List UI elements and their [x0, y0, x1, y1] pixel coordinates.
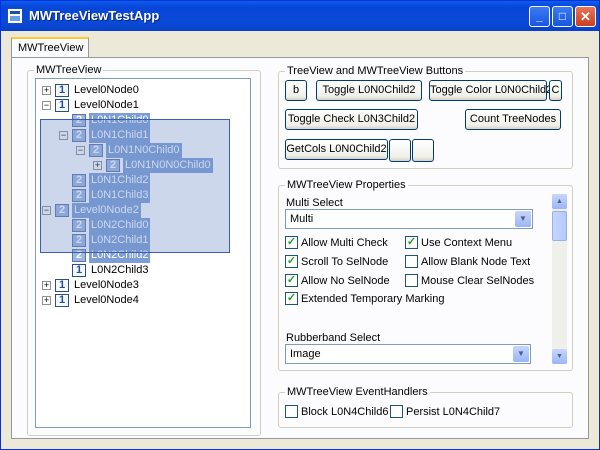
checkbox-box[interactable]: ✓ — [285, 236, 298, 249]
scroll-up-icon[interactable]: ▲ — [552, 194, 567, 209]
properties-group-label: MWTreeView Properties — [285, 179, 408, 191]
multi-select-value: Multi — [290, 213, 314, 225]
checkbox-label: Allow No SelNode — [301, 275, 390, 287]
checkbox-label: Block L0N4Child6 — [301, 406, 389, 418]
blank-button-1[interactable] — [389, 139, 411, 162]
checkbox-box[interactable] — [390, 405, 403, 418]
maximize-button[interactable]: □ — [552, 6, 573, 27]
expand-icon[interactable]: + — [42, 296, 51, 305]
title-bar[interactable]: MWTreeViewTestApp _ □ ✕ — [1, 1, 599, 31]
checkbox-label: Allow Multi Check — [301, 237, 388, 249]
eventhandlers-group-label: MWTreeView EventHandlers — [285, 386, 430, 398]
collapse-icon[interactable]: − — [42, 101, 51, 110]
toggle-l0n0child2-button[interactable]: Toggle L0N0Child2 — [316, 80, 422, 101]
rubberband-selection — [40, 119, 230, 253]
b-button[interactable]: b — [285, 80, 307, 101]
checkbox-label: Scroll To SelNode — [301, 256, 389, 268]
checkbox-box[interactable] — [405, 255, 418, 268]
checkbox-box[interactable]: ✓ — [285, 292, 298, 305]
checkbox-label: Mouse Clear SelNodes — [421, 275, 535, 287]
multi-select-label: Multi Select — [286, 197, 343, 209]
minimize-button[interactable]: _ — [529, 6, 550, 27]
rubberband-select-label: Rubberband Select — [286, 332, 381, 344]
checkbox-label: Allow Blank Node Text — [421, 256, 531, 268]
toggle-color-button[interactable]: Toggle Color L0N0Child2 — [429, 80, 552, 101]
node-icon: 1 — [55, 294, 69, 307]
blank-button-2[interactable] — [412, 139, 434, 162]
expand-icon[interactable]: + — [42, 281, 51, 290]
chevron-down-icon[interactable]: ▼ — [515, 211, 531, 227]
mwtreeview-tree[interactable]: +1 Level0Node0−1 Level0Node1 2 L0N1Child0−2 L… — [35, 78, 251, 428]
app-icon — [7, 8, 23, 24]
scroll-down-icon[interactable]: ▼ — [552, 349, 567, 364]
checkbox-label: Extended Temporary Marking — [301, 293, 445, 305]
rubberband-select-dropdown[interactable]: Image ▼ — [285, 344, 531, 364]
toggle-check-button[interactable]: Toggle Check L0N3Child2 — [285, 109, 418, 130]
tree-node-label[interactable]: Level0Node4 — [72, 293, 141, 308]
count-treenodes-button[interactable]: Count TreeNodes — [465, 109, 561, 130]
node-icon: 1 — [55, 84, 69, 97]
checkbox-label: Use Context Menu — [421, 237, 513, 249]
tree-node-label[interactable]: Level0Node3 — [72, 278, 141, 293]
chevron-down-icon[interactable]: ▼ — [513, 346, 529, 362]
checkbox-box[interactable]: ✓ — [285, 255, 298, 268]
multi-select-dropdown[interactable]: Multi ▼ — [285, 209, 533, 229]
buttons-group-label: TreeView and MWTreeView Buttons — [285, 65, 466, 77]
node-icon: 1 — [72, 264, 86, 277]
checkbox-box[interactable]: ✓ — [285, 274, 298, 287]
treeview-group-label: MWTreeView — [34, 64, 104, 76]
getcols-button[interactable]: GetCols L0N0Child2 — [285, 139, 388, 160]
tree-node-label[interactable]: Level0Node1 — [72, 98, 141, 113]
rubberband-select-value: Image — [290, 348, 321, 360]
checkbox-label: Persist L0N4Child7 — [406, 406, 501, 418]
tab-mwtreeview[interactable]: MWTreeView — [11, 37, 89, 57]
checkbox-box[interactable] — [405, 274, 418, 287]
node-icon: 1 — [55, 99, 69, 112]
node-icon: 1 — [55, 279, 69, 292]
checkbox-box[interactable]: ✓ — [405, 236, 418, 249]
checkbox-box[interactable] — [285, 405, 298, 418]
properties-scrollbar[interactable]: ▲ ▼ — [552, 194, 567, 364]
tree-node-label[interactable]: L0N2Child3 — [89, 263, 150, 278]
window-title: MWTreeViewTestApp — [29, 8, 160, 23]
scroll-thumb[interactable] — [552, 211, 567, 241]
close-button[interactable]: ✕ — [575, 6, 596, 27]
c-button[interactable]: C — [549, 80, 562, 101]
tree-node-label[interactable]: Level0Node0 — [72, 83, 141, 98]
expand-icon[interactable]: + — [42, 86, 51, 95]
